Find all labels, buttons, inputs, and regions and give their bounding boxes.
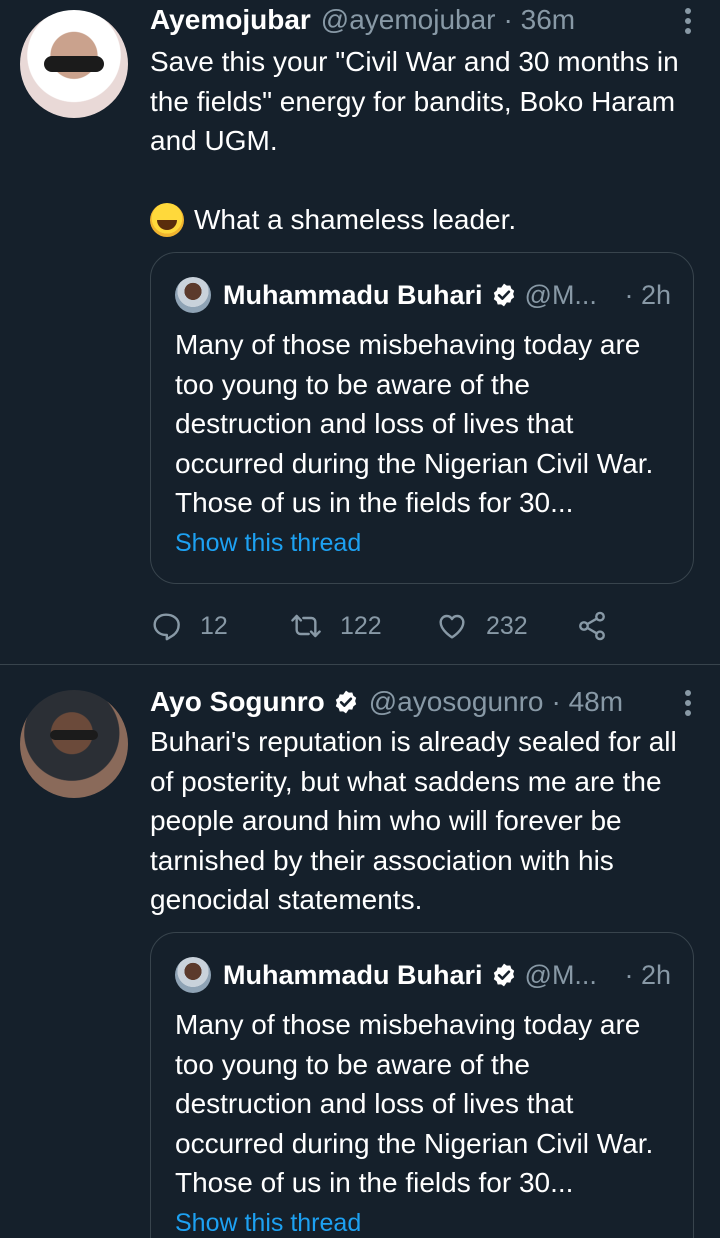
quote-avatar: [175, 277, 211, 313]
author-handle[interactable]: @ayosogunro: [369, 686, 544, 718]
quote-author-handle: @M...: [524, 279, 597, 310]
retweet-button[interactable]: 122: [290, 606, 382, 646]
share-icon: [579, 611, 605, 641]
quote-author-name: Muhammadu Buhari: [223, 959, 483, 990]
tweet-text: Save this your "Civil War and 30 months …: [150, 46, 679, 156]
more-icon[interactable]: [678, 690, 698, 716]
avatar[interactable]: [20, 690, 128, 798]
tweet-divider: [0, 664, 720, 665]
tweet[interactable]: Ayo Sogunro @ayosogunro · 48m Buhari's r…: [0, 680, 720, 1238]
tweet-header: Ayo Sogunro @ayosogunro · 48m: [150, 682, 700, 722]
retweet-icon: [291, 614, 321, 638]
tweet-text-line: What a shameless leader.: [150, 200, 698, 240]
reply-button[interactable]: 12: [150, 606, 228, 646]
show-thread-link[interactable]: Show this thread: [175, 1209, 361, 1238]
show-thread-link[interactable]: Show this thread: [175, 529, 361, 558]
reply-count: 12: [200, 611, 228, 640]
tweet-time[interactable]: · 48m: [552, 686, 624, 718]
avatar-glasses: [44, 56, 104, 72]
verified-icon: [335, 690, 356, 714]
laughing-emoji-icon: [150, 202, 184, 237]
reply-icon: [153, 613, 180, 641]
quote-text: Many of those misbehaving today are too …: [175, 329, 654, 518]
quote-time: · 2h: [624, 279, 671, 310]
share-button[interactable]: [576, 606, 626, 646]
tweet-time[interactable]: · 36m: [504, 4, 576, 36]
verified-icon: [493, 283, 514, 307]
quote-header: Muhammadu Buhari @M... · 2h: [175, 275, 671, 315]
avatar[interactable]: [20, 10, 128, 118]
author-name[interactable]: Ayo Sogunro: [150, 686, 325, 718]
like-button[interactable]: 232: [436, 606, 528, 646]
quoted-tweet[interactable]: Muhammadu Buhari @M... · 2h Many of thos…: [150, 932, 694, 1238]
retweet-count: 122: [340, 611, 382, 640]
tweet-text: Buhari's reputation is already sealed fo…: [150, 726, 677, 915]
tweet-actions: 12 122 232: [150, 606, 700, 646]
tweet-text-2: What a shameless leader.: [194, 204, 517, 235]
verified-icon: [493, 963, 514, 987]
quoted-tweet[interactable]: Muhammadu Buhari @M... · 2h Many of thos…: [150, 252, 694, 584]
tweet[interactable]: Ayemojubar @ayemojubar · 36m Save this y…: [0, 0, 720, 664]
author-handle[interactable]: @ayemojubar: [321, 4, 496, 36]
quote-author-name: Muhammadu Buhari: [223, 279, 483, 310]
quote-header: Muhammadu Buhari @M... · 2h: [175, 955, 671, 995]
quote-author-handle: @M...: [524, 959, 597, 990]
quote-avatar: [175, 957, 211, 993]
quote-text: Many of those misbehaving today are too …: [175, 1009, 654, 1198]
avatar-glasses: [50, 730, 98, 740]
tweet-header: Ayemojubar @ayemojubar · 36m: [150, 0, 700, 40]
quote-time: · 2h: [624, 959, 671, 990]
like-count: 232: [486, 611, 528, 640]
timeline: Ayemojubar @ayemojubar · 36m Save this y…: [0, 0, 720, 1238]
more-icon[interactable]: [678, 8, 698, 34]
like-icon: [439, 614, 465, 639]
author-name[interactable]: Ayemojubar: [150, 4, 311, 36]
